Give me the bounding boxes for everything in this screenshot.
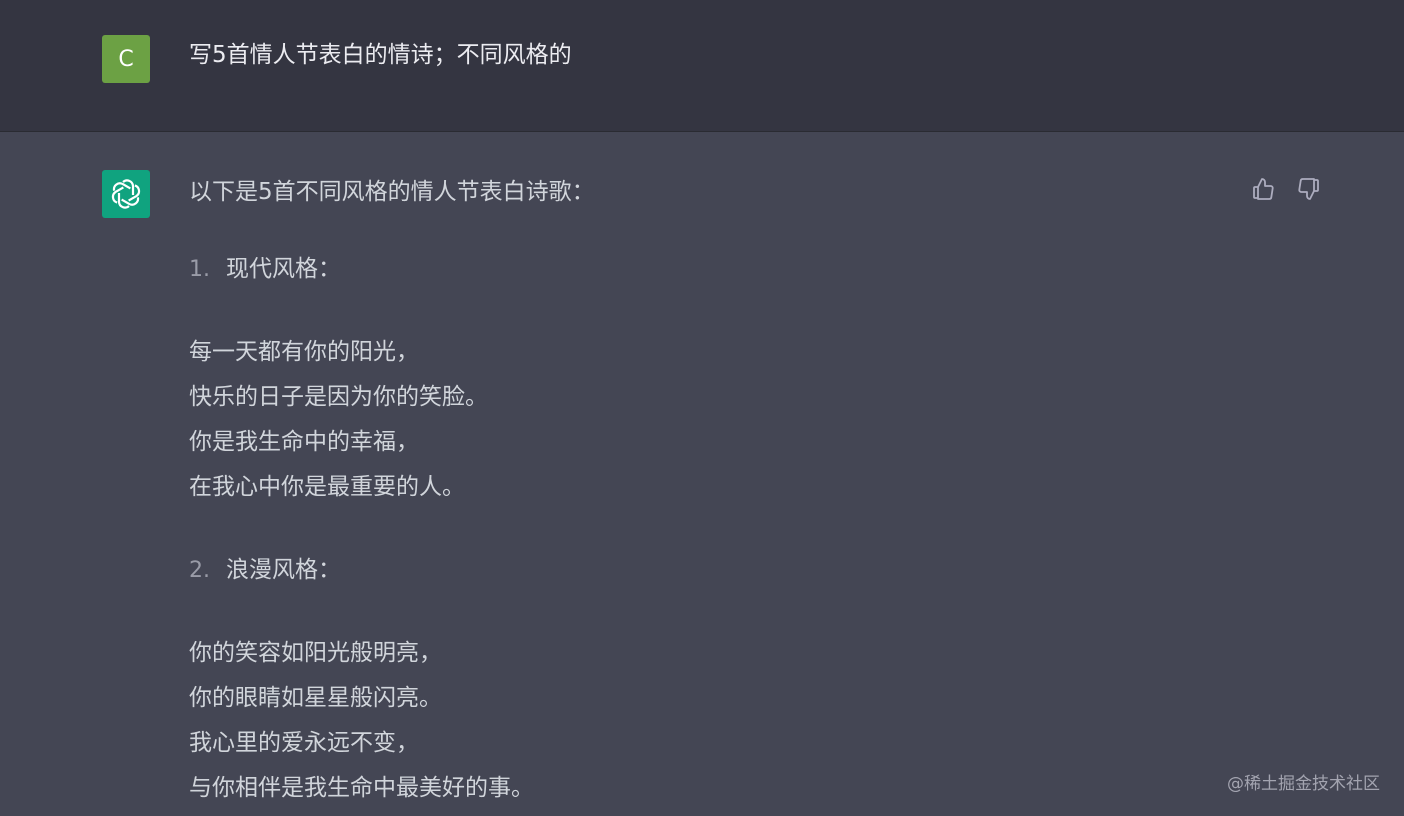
poem-number: 2. [189, 558, 210, 583]
poem-line: 你是我生命中的幸福， [189, 429, 419, 455]
assistant-avatar [102, 170, 150, 218]
watermark: @稀土掘金技术社区 [1227, 774, 1380, 794]
assistant-message-row: 以下是5首不同风格的情人节表白诗歌： 1. 现代风格： 每一天都有你的阳光， 快乐… [0, 132, 1404, 816]
poem-line: 在我心中你是最重要的人。 [189, 474, 465, 500]
poem-line: 你的眼睛如星星般闪亮。 [189, 685, 442, 711]
poem-line: 你的笑容如阳光般明亮， [189, 640, 442, 666]
thumbs-up-icon [1253, 178, 1274, 200]
poem-line: 快乐的日子是因为你的笑脸。 [189, 384, 488, 410]
user-message-text: 写5首情人节表白的情诗；不同风格的 [189, 42, 572, 68]
poem-style: 现代风格： [226, 256, 341, 282]
user-avatar-letter: C [118, 46, 134, 72]
dislike-button[interactable] [1296, 176, 1322, 202]
poem-number: 1. [189, 257, 210, 282]
thumbs-down-icon [1298, 178, 1319, 200]
poem-title: 2. 浪漫风格： [189, 553, 1189, 588]
poem-item: 1. 现代风格： 每一天都有你的阳光， 快乐的日子是因为你的笑脸。 你是我生命中的… [189, 252, 1189, 510]
poem-line: 与你相伴是我生命中最美好的事。 [189, 775, 534, 801]
openai-logo-icon [111, 179, 141, 209]
poem-title: 1. 现代风格： [189, 252, 1189, 287]
feedback-buttons [1250, 176, 1322, 202]
poem-item: 2. 浪漫风格： 你的笑容如阳光般明亮， 你的眼睛如星星般闪亮。 我心里的爱永远不… [189, 553, 1189, 811]
poem-style: 浪漫风格： [226, 557, 341, 583]
poem-line: 每一天都有你的阳光， [189, 339, 419, 365]
user-message-row: C 写5首情人节表白的情诗；不同风格的 [0, 0, 1404, 132]
poem-lines: 你的笑容如阳光般明亮， 你的眼睛如星星般闪亮。 我心里的爱永远不变， 与你相伴是… [189, 631, 1189, 811]
poem-lines: 每一天都有你的阳光， 快乐的日子是因为你的笑脸。 你是我生命中的幸福， 在我心中… [189, 330, 1189, 510]
assistant-message-content: 以下是5首不同风格的情人节表白诗歌： 1. 现代风格： 每一天都有你的阳光， 快乐… [189, 175, 1189, 811]
assistant-intro: 以下是5首不同风格的情人节表白诗歌： [189, 179, 595, 205]
poem-line: 我心里的爱永远不变， [189, 730, 419, 756]
like-button[interactable] [1250, 176, 1276, 202]
user-avatar: C [102, 35, 150, 83]
